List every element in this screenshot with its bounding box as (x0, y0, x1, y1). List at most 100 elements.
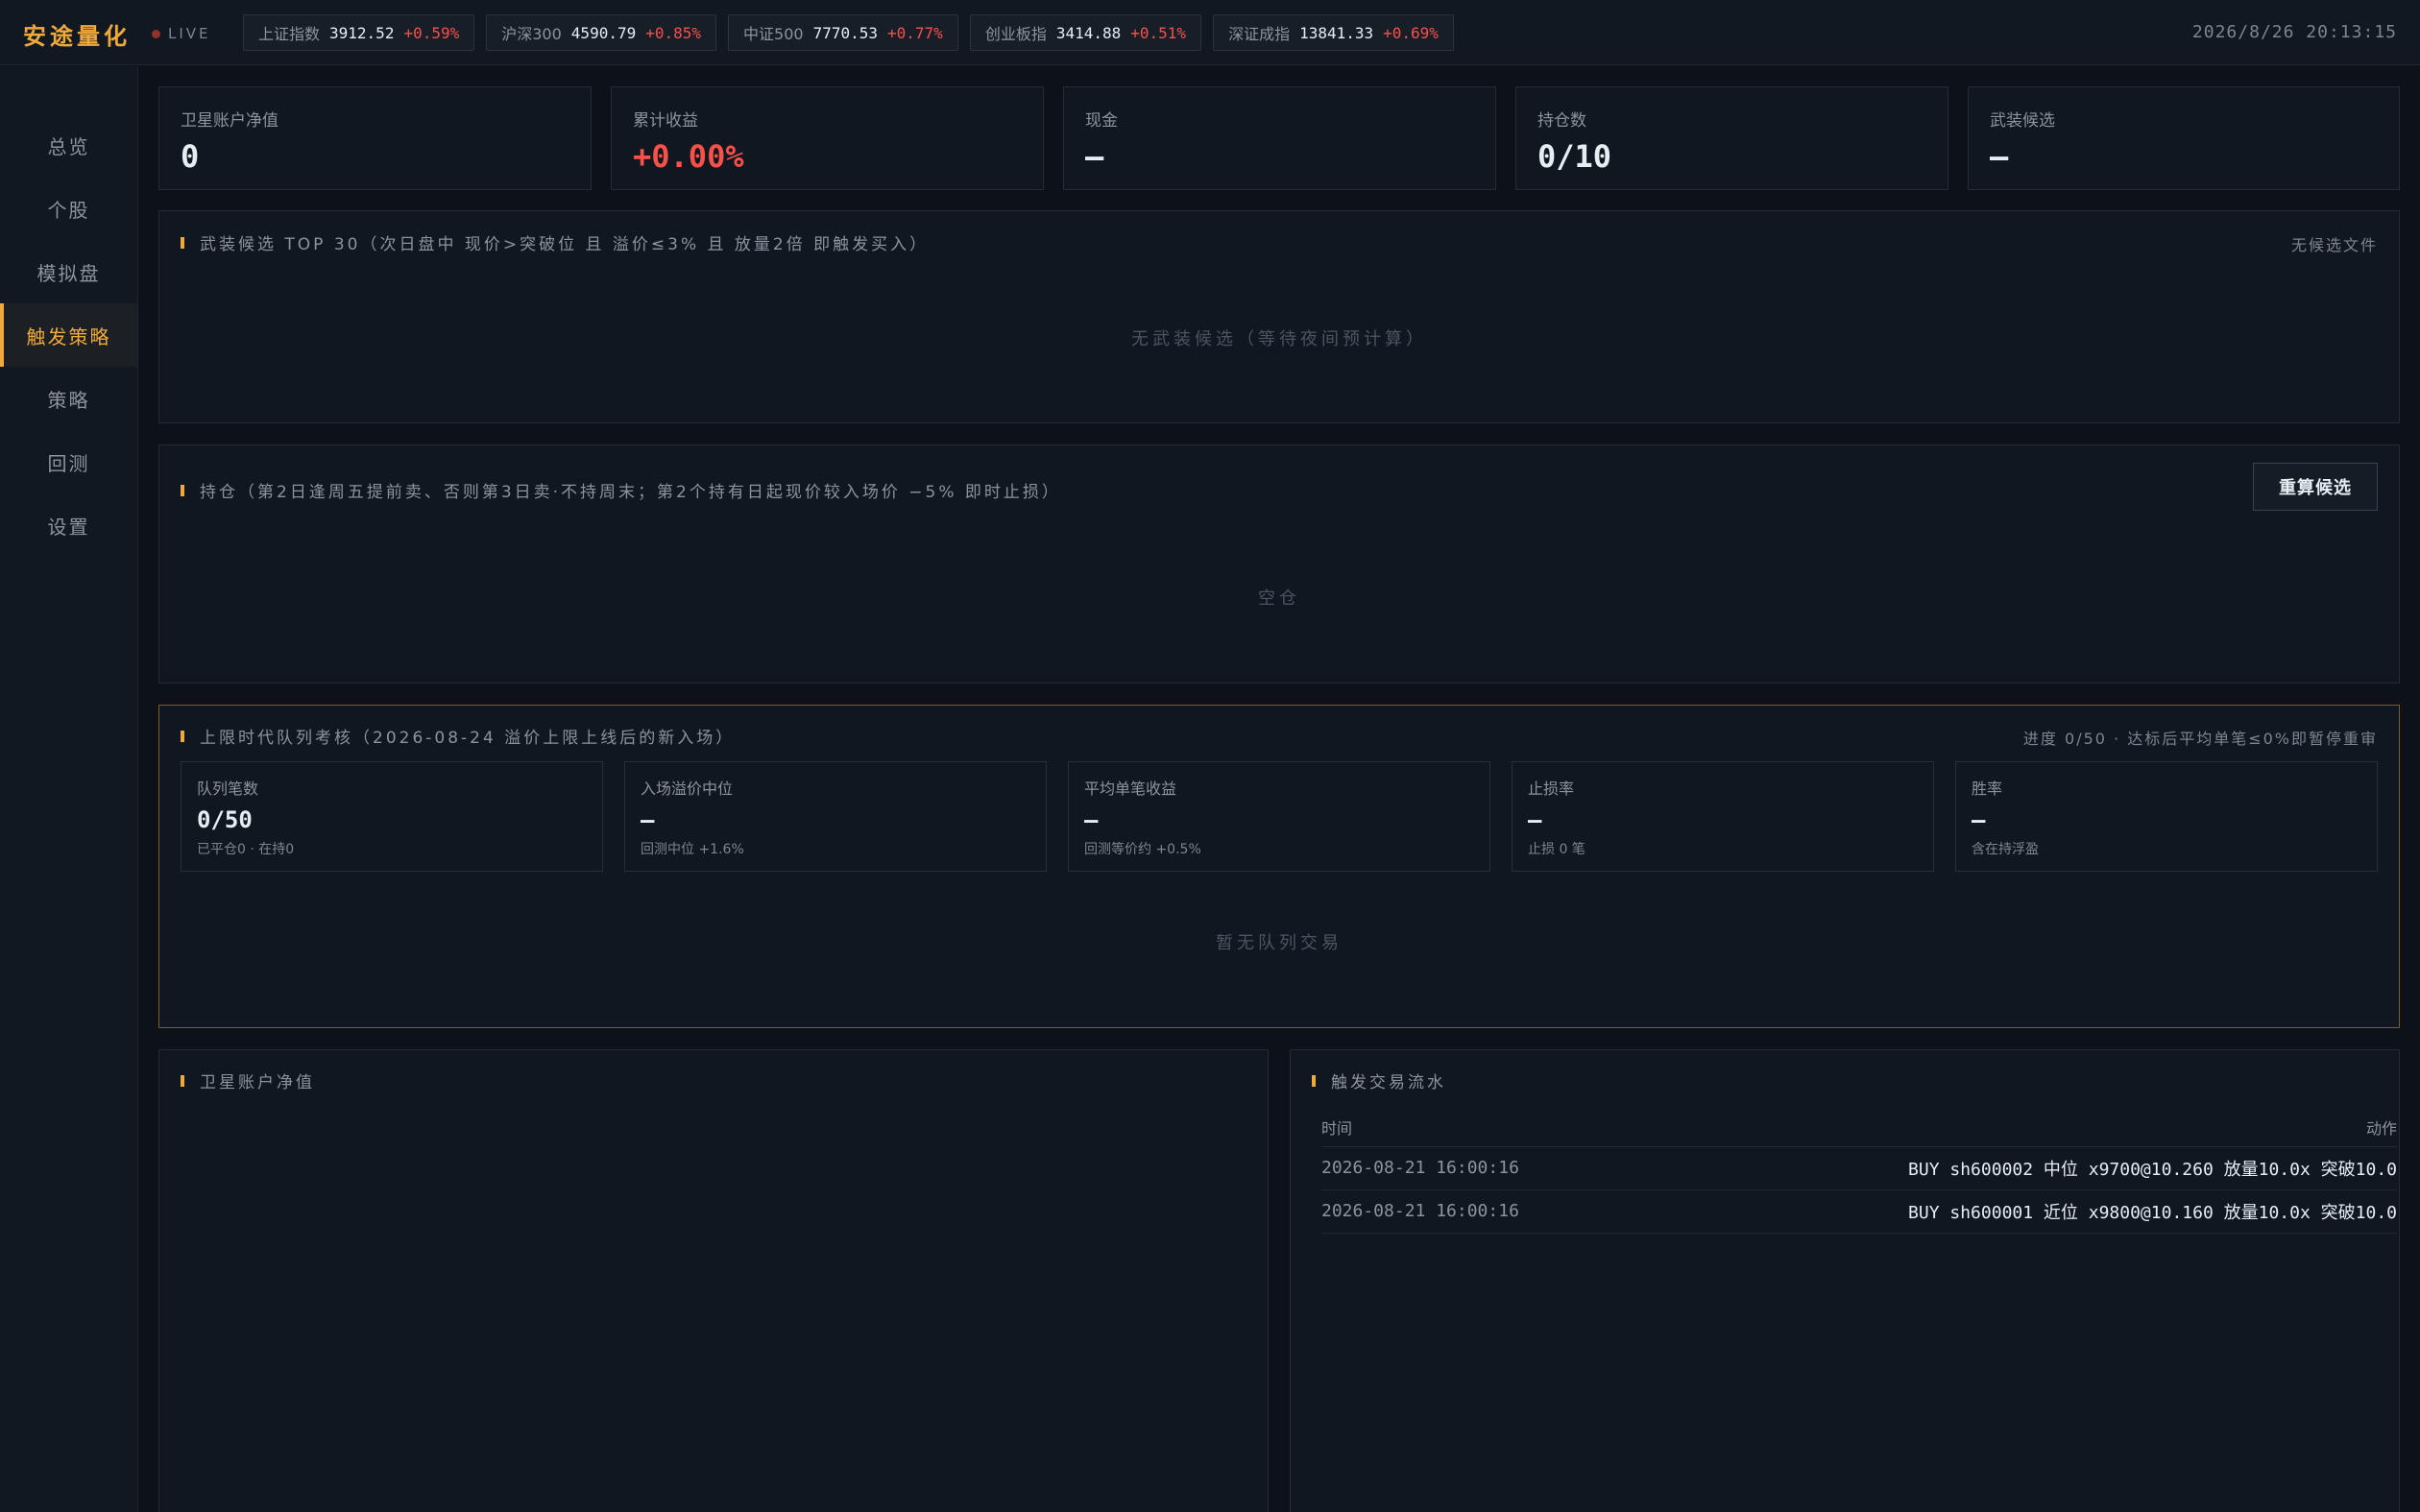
sidebar-item-stocks[interactable]: 个股 (0, 177, 137, 240)
queue-card-label: 入场溢价中位 (641, 780, 734, 798)
table-header-row: 时间 动作 (1321, 1108, 2397, 1147)
sidebar: 总览 个股 模拟盘 触发策略 策略 回测 设置 (0, 66, 138, 1512)
queue-card-sub: 止损 0 笔 (1528, 842, 1585, 857)
title-marker-icon (181, 730, 184, 742)
brand-logo[interactable]: 安途量化 (23, 17, 131, 51)
panel-title: 上限时代队列考核（2026-08-24 溢价上限上线后的新入场） (181, 724, 735, 748)
stat-label: 卫星账户净值 (181, 111, 278, 131)
sidebar-item-trigger-strategy[interactable]: 触发策略 (0, 303, 137, 367)
queue-card-avg-return: 平均单笔收益 — 回测等价约 +0.5% (1068, 761, 1490, 872)
ticker-change: +0.51% (1130, 23, 1187, 42)
ticker-change: +0.69% (1383, 23, 1439, 42)
ticker-shanghai[interactable]: 上证指数 3912.52 +0.59% (243, 14, 475, 51)
column-header-time: 时间 (1321, 1108, 1632, 1147)
sidebar-item-strategy[interactable]: 策略 (0, 367, 137, 430)
candidates-title: 武装候选 TOP 30（次日盘中 现价>突破位 且 溢价≤3% 且 放量2倍 即… (200, 235, 930, 254)
table-row[interactable]: 2026-08-21 16:00:16 BUY sh600002 中位 x970… (1321, 1146, 2397, 1190)
panel-title: 触发交易流水 (1312, 1068, 1446, 1092)
queue-card-value: — (641, 806, 655, 833)
trade-flow-table: 时间 动作 2026-08-21 16:00:16 BUY sh600002 中… (1321, 1108, 2397, 1234)
ticker-csi500[interactable]: 中证500 7770.53 +0.77% (728, 14, 958, 51)
column-header-action: 动作 (1631, 1108, 2397, 1147)
trade-time: 2026-08-21 16:00:16 (1321, 1189, 1632, 1234)
queue-assessment-panel: 上限时代队列考核（2026-08-24 溢价上限上线后的新入场） 进度 0/50… (158, 705, 2400, 1028)
queue-card-value: — (1972, 806, 1986, 833)
title-marker-icon (181, 236, 184, 249)
stat-card-positions: 持仓数 0/10 (1515, 86, 1948, 190)
sidebar-item-settings[interactable]: 设置 (0, 493, 137, 557)
ticker-name: 沪深300 (501, 25, 562, 43)
candidates-panel: 武装候选 TOP 30（次日盘中 现价>突破位 且 溢价≤3% 且 放量2倍 即… (158, 210, 2400, 423)
ticker-name: 创业板指 (984, 25, 1047, 43)
ticker-name: 中证500 (743, 25, 804, 43)
recalculate-candidates-button[interactable]: 重算候选 (2253, 463, 2378, 511)
sidebar-item-backtest[interactable]: 回测 (0, 430, 137, 493)
queue-card-sub: 含在持浮盈 (1972, 842, 2039, 857)
stat-card-candidates: 武装候选 — (1968, 86, 2400, 190)
queue-card-value: — (1528, 806, 1542, 833)
positions-title: 持仓（第2日逢周五提前卖、否则第3日卖·不持周末；第2个持有日起现价较入场价 −… (200, 483, 1061, 502)
queue-card-label: 平均单笔收益 (1084, 780, 1177, 798)
positions-empty-message: 空仓 (1258, 588, 1300, 609)
title-marker-icon (1312, 1074, 1316, 1087)
queue-title: 上限时代队列考核（2026-08-24 溢价上限上线后的新入场） (200, 729, 736, 748)
queue-card-sub: 回测中位 +1.6% (641, 842, 744, 857)
queue-card-win-rate: 胜率 — 含在持浮盈 (1955, 761, 2378, 872)
live-indicator: LIVE (152, 25, 211, 42)
ticker-value: 3414.88 (1055, 23, 1122, 42)
stat-value: 0/10 (1537, 138, 1612, 175)
ticker-name: 深证成指 (1228, 25, 1291, 43)
title-marker-icon (181, 484, 184, 496)
panel-title: 卫星账户净值 (181, 1068, 315, 1092)
stat-value: — (1085, 138, 1104, 175)
ticker-change: +0.59% (403, 23, 460, 42)
ticker-csi300[interactable]: 沪深300 4590.79 +0.85% (486, 14, 717, 51)
ticker-shenzhen[interactable]: 深证成指 13841.33 +0.69% (1213, 14, 1454, 51)
ticker-name: 上证指数 (258, 25, 321, 43)
candidates-empty-message: 无武装候选（等待夜间预计算） (1131, 329, 1427, 349)
clock: 2026/8/26 20:13:15 (2191, 22, 2397, 42)
sidebar-item-overview[interactable]: 总览 (0, 113, 137, 177)
live-label: LIVE (168, 25, 211, 42)
queue-card-label: 队列笔数 (197, 780, 259, 798)
queue-card-value: 0/50 (197, 806, 253, 833)
queue-card-premium: 入场溢价中位 — 回测中位 +1.6% (624, 761, 1047, 872)
ticker-change: +0.77% (887, 23, 943, 42)
queue-card-value: — (1084, 806, 1099, 833)
positions-panel: 持仓（第2日逢周五提前卖、否则第3日卖·不持周末；第2个持有日起现价较入场价 −… (158, 444, 2400, 684)
stat-label: 累计收益 (633, 111, 698, 131)
stat-label: 武装候选 (1990, 111, 2055, 131)
title-marker-icon (181, 1074, 184, 1087)
net-value-chart-panel: 卫星账户净值 (158, 1049, 1269, 1512)
net-value-title: 卫星账户净值 (200, 1073, 315, 1092)
stat-card-cash: 现金 — (1063, 86, 1496, 190)
queue-card-stop-rate: 止损率 — 止损 0 笔 (1512, 761, 1934, 872)
trade-flow-title: 触发交易流水 (1331, 1073, 1446, 1092)
trade-action: BUY sh600002 中位 x9700@10.260 放量10.0x 突破1… (1631, 1146, 2397, 1190)
stat-value: — (1990, 138, 2009, 175)
panel-title: 持仓（第2日逢周五提前卖、否则第3日卖·不持周末；第2个持有日起现价较入场价 −… (181, 478, 1061, 502)
queue-card-label: 胜率 (1972, 780, 2003, 798)
ticker-value: 7770.53 (812, 23, 879, 42)
queue-progress: 进度 0/50 · 达标后平均单笔≤0%即暂停重审 (2022, 730, 2378, 748)
sidebar-item-paper-trading[interactable]: 模拟盘 (0, 240, 137, 303)
trade-action: BUY sh600001 近位 x9800@10.160 放量10.0x 突破1… (1631, 1189, 2397, 1234)
trade-time: 2026-08-21 16:00:16 (1321, 1146, 1632, 1190)
ticker-chinext[interactable]: 创业板指 3414.88 +0.51% (969, 14, 1202, 51)
index-tickers: 上证指数 3912.52 +0.59% 沪深300 4590.79 +0.85%… (243, 14, 1454, 51)
ticker-value: 4590.79 (570, 23, 637, 42)
ticker-change: +0.85% (645, 23, 702, 42)
ticker-value: 13841.33 (1299, 23, 1374, 42)
stat-label: 现金 (1085, 111, 1118, 131)
stat-value: +0.00% (633, 138, 744, 175)
stat-card-return: 累计收益 +0.00% (611, 86, 1044, 190)
stat-card-nav: 卫星账户净值 0 (158, 86, 592, 190)
queue-empty-message: 暂无队列交易 (1216, 933, 1343, 953)
queue-card-count: 队列笔数 0/50 已平仓0 · 在持0 (181, 761, 603, 872)
stat-label: 持仓数 (1537, 111, 1586, 131)
table-row[interactable]: 2026-08-21 16:00:16 BUY sh600001 近位 x980… (1321, 1189, 2397, 1234)
queue-card-sub: 已平仓0 · 在持0 (197, 842, 295, 857)
trade-flow-panel: 触发交易流水 时间 动作 2026-08-21 16:00:16 BUY sh6… (1290, 1049, 2400, 1512)
top-bar: 安途量化 LIVE 上证指数 3912.52 +0.59% 沪深300 4590… (0, 0, 2420, 65)
